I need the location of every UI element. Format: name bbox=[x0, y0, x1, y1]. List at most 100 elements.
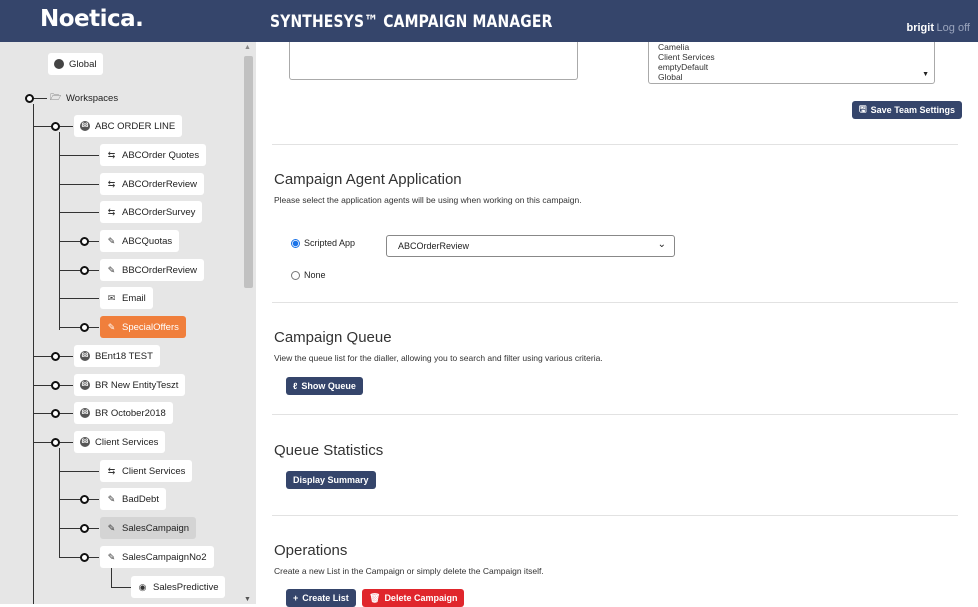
collapse-toggle[interactable] bbox=[51, 438, 60, 447]
inbound-arrows-icon: ⇆ bbox=[107, 465, 116, 476]
operations-title: Operations bbox=[274, 542, 348, 559]
agent-app-description: Please select the application agents wil… bbox=[274, 195, 582, 205]
expand-toggle[interactable] bbox=[80, 237, 89, 246]
tree-line bbox=[33, 104, 34, 604]
expand-toggle[interactable] bbox=[51, 352, 60, 361]
tree-line bbox=[59, 448, 60, 558]
collapse-toggle[interactable] bbox=[80, 553, 89, 562]
tree-node-abcquotas[interactable]: ✎ ABCQuotas bbox=[100, 230, 180, 252]
megaphone-icon: ✎ bbox=[107, 264, 116, 275]
queue-statistics-title: Queue Statistics bbox=[274, 442, 384, 459]
tree-line bbox=[59, 471, 99, 472]
section-divider bbox=[272, 515, 958, 516]
team-list-item[interactable]: Global bbox=[658, 72, 934, 82]
tree-node-br-new-entityteszt[interactable]: 88 BR New EntityTeszt bbox=[74, 374, 186, 396]
tree-line bbox=[59, 298, 99, 299]
expand-toggle[interactable] bbox=[51, 409, 60, 418]
save-team-settings-button[interactable]: 🖫 Save Team Settings bbox=[852, 101, 963, 119]
tree-node-workspaces[interactable]: 🗁 Workspaces bbox=[44, 87, 125, 109]
scroll-up-arrow-icon[interactable]: ▲ bbox=[244, 44, 251, 51]
paperclip-icon: ℓ bbox=[293, 381, 298, 391]
eye-icon: ◉ bbox=[138, 581, 147, 592]
noetica-logo: Noetica. bbox=[40, 6, 144, 32]
tree-node-client-services[interactable]: 88 Client Services bbox=[74, 431, 166, 453]
entity-icon: 88 bbox=[80, 437, 90, 447]
inbound-arrows-icon: ⇆ bbox=[107, 149, 116, 160]
tree-node-salescampaign[interactable]: ✎ SalesCampaign bbox=[100, 517, 197, 539]
scroll-down-arrow-icon[interactable]: ▼ bbox=[244, 596, 251, 603]
team-list[interactable]: Camelia Client Services emptyDefault Glo… bbox=[648, 42, 935, 84]
expand-toggle[interactable] bbox=[51, 381, 60, 390]
tree-node-abcordersurvey[interactable]: ⇆ ABCOrderSurvey bbox=[100, 201, 203, 223]
top-bar: Noetica. SYNTHESYS™ CAMPAIGN MANAGER bri… bbox=[0, 0, 978, 42]
chevron-down-icon: ⌄ bbox=[657, 239, 666, 250]
expand-toggle[interactable] bbox=[80, 495, 89, 504]
team-notes-textarea[interactable] bbox=[289, 42, 578, 80]
scripted-app-radio[interactable]: Scripted App bbox=[291, 238, 355, 248]
tree-node-baddebt[interactable]: ✎ BadDebt bbox=[100, 488, 166, 510]
tree-node-email[interactable]: ✉ Email bbox=[100, 287, 153, 309]
megaphone-icon: ✎ bbox=[107, 493, 116, 504]
agent-app-title: Campaign Agent Application bbox=[274, 171, 462, 188]
globe-icon bbox=[54, 59, 64, 69]
radio-unchecked-icon[interactable] bbox=[291, 270, 300, 280]
trash-icon: 🗑 bbox=[369, 592, 381, 603]
expand-toggle[interactable] bbox=[80, 524, 89, 533]
tree-line bbox=[59, 212, 99, 213]
tree-node-specialoffers[interactable]: ✎ SpecialOffers bbox=[100, 316, 186, 338]
section-divider bbox=[272, 144, 958, 145]
section-divider bbox=[272, 302, 958, 303]
megaphone-icon: ✎ bbox=[107, 522, 116, 533]
logoff-link[interactable]: Log off bbox=[937, 22, 970, 34]
tree-node-client-services-app[interactable]: ⇆ Client Services bbox=[100, 460, 193, 482]
tree-line bbox=[59, 132, 60, 330]
tree-node-bent18-test[interactable]: 88 BEnt18 TEST bbox=[74, 345, 160, 367]
radio-checked-icon[interactable] bbox=[291, 238, 300, 248]
expand-toggle[interactable] bbox=[80, 323, 89, 332]
megaphone-icon: ✎ bbox=[107, 321, 116, 332]
tree-node-br-october2018[interactable]: 88 BR October2018 bbox=[74, 402, 173, 424]
tree-line bbox=[59, 184, 99, 185]
team-list-item[interactable]: Client Services bbox=[658, 52, 934, 62]
tree-node-global[interactable]: Global bbox=[48, 53, 104, 75]
tree-node-salescampaignno2[interactable]: ✎ SalesCampaignNo2 bbox=[100, 546, 214, 568]
tree-line bbox=[59, 241, 99, 242]
section-divider bbox=[272, 414, 958, 415]
display-summary-button[interactable]: Display Summary bbox=[286, 471, 376, 489]
collapse-toggle[interactable] bbox=[51, 122, 60, 131]
inbound-arrows-icon: ⇆ bbox=[107, 178, 116, 189]
sidebar-scroll-thumb[interactable] bbox=[244, 56, 253, 288]
tree-line bbox=[59, 270, 99, 271]
show-queue-button[interactable]: ℓ Show Queue bbox=[286, 377, 363, 395]
entity-icon: 88 bbox=[80, 351, 90, 361]
entity-icon: 88 bbox=[80, 380, 90, 390]
operations-description: Create a new List in the Campaign or sim… bbox=[274, 566, 544, 576]
collapse-toggle[interactable] bbox=[25, 94, 34, 103]
tree-line bbox=[59, 557, 99, 558]
tree-node-abcorderreview[interactable]: ⇆ ABCOrderReview bbox=[100, 173, 204, 195]
tree-line bbox=[59, 528, 99, 529]
expand-toggle[interactable] bbox=[80, 266, 89, 275]
create-list-button[interactable]: + Create List bbox=[286, 589, 356, 607]
tree-node-abcorder-quotes[interactable]: ⇆ ABCOrder Quotes bbox=[100, 144, 207, 166]
tree-node-abc-order-line[interactable]: 88 ABC ORDER LINE bbox=[74, 115, 183, 137]
delete-campaign-button[interactable]: 🗑 Delete Campaign bbox=[362, 589, 465, 607]
team-list-item[interactable]: emptyDefault bbox=[658, 62, 934, 72]
main-content bbox=[256, 42, 978, 604]
campaign-queue-title: Campaign Queue bbox=[274, 329, 392, 346]
tree-node-salespredictive[interactable]: ◉ SalesPredictive bbox=[131, 576, 226, 598]
campaign-queue-description: View the queue list for the dialler, all… bbox=[274, 353, 603, 363]
listbox-scroll-down-icon[interactable]: ▼ bbox=[922, 70, 929, 80]
none-radio[interactable]: None bbox=[291, 270, 326, 280]
megaphone-icon: ✎ bbox=[107, 551, 116, 562]
email-icon: ✉ bbox=[107, 292, 116, 303]
current-user: brigit bbox=[906, 22, 935, 34]
tree-node-bbcorderreview[interactable]: ✎ BBCOrderReview bbox=[100, 259, 204, 281]
plus-icon: + bbox=[293, 593, 299, 603]
scripted-app-select[interactable]: ABCOrderReview ⌄ bbox=[386, 235, 675, 257]
entity-icon: 88 bbox=[80, 121, 90, 131]
tree-line bbox=[59, 155, 99, 156]
team-list-item[interactable]: Camelia bbox=[658, 42, 934, 52]
megaphone-icon: ✎ bbox=[107, 235, 116, 246]
tree-line bbox=[59, 327, 99, 328]
